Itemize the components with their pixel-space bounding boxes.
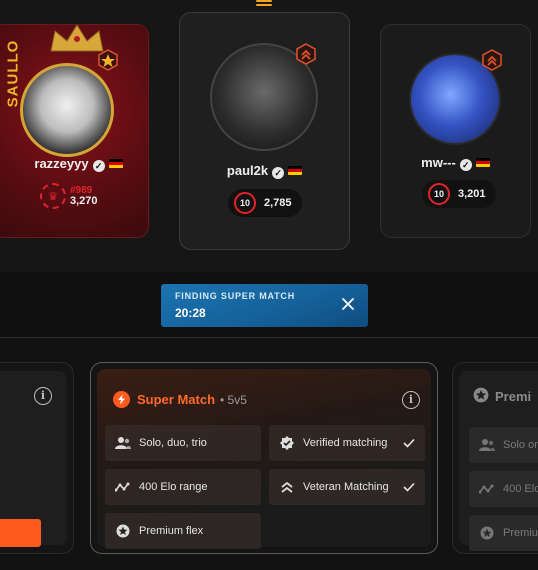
- elo-display: ♛ #989 3,270: [34, 182, 108, 210]
- finding-match-banner: FINDING SUPER MATCH 20:28: [161, 284, 368, 327]
- mode-name: Super Match: [137, 392, 216, 407]
- check-icon: [403, 482, 415, 492]
- veteran-badge-icon: [296, 43, 316, 65]
- player-card[interactable]: paul2k ✓ 10 2,785: [179, 12, 350, 250]
- player-name: paul2k: [226, 163, 269, 178]
- check-icon: [403, 438, 415, 448]
- feature-verified-matching: Verified matching: [269, 425, 425, 461]
- cancel-search-close-icon[interactable]: [340, 296, 356, 312]
- feature-label: Solo or: [503, 439, 538, 451]
- mode-format: • 5v5: [220, 392, 247, 407]
- mode-panel-left[interactable]: i er: [0, 362, 74, 554]
- elo-value: 3,201: [458, 188, 486, 200]
- player-card[interactable]: SAULLO razzeyyy ✓ ♛ #989 3,270: [0, 24, 149, 238]
- player-name-row: paul2k ✓: [180, 163, 349, 179]
- mode-title: Premi: [473, 387, 531, 406]
- verified-check-icon: ✓: [459, 159, 472, 171]
- elo-value: 3,270: [70, 195, 98, 207]
- elo-value: 2,785: [264, 197, 292, 209]
- elo-graph-icon: [479, 481, 495, 497]
- star-badge-icon: [479, 525, 495, 541]
- verified-check-icon: ✓: [272, 167, 285, 179]
- users-icon: [479, 437, 495, 453]
- star-badge-icon: [473, 387, 489, 406]
- feature-elo-range: 400 Elo range: [105, 469, 261, 505]
- feature-premium: Premium: [469, 515, 538, 551]
- search-timer: 20:28: [175, 306, 206, 320]
- feature-label: Premium: [503, 527, 538, 539]
- feature-label: Premium flex: [139, 525, 204, 537]
- challenger-level-icon: ♛: [40, 183, 66, 209]
- elo-display: 10 3,201: [422, 180, 496, 208]
- skill-level-icon: 10: [234, 192, 256, 214]
- feature-label: Verified matching: [303, 437, 388, 449]
- skill-level-icon: 10: [428, 183, 450, 205]
- player-banner: SAULLO: [1, 25, 22, 135]
- premium-mode-panel[interactable]: Premi Solo or 400 Elo Premium: [452, 362, 538, 554]
- germany-flag-icon: [108, 159, 123, 168]
- finding-match-label: FINDING SUPER MATCH: [175, 291, 296, 301]
- mode-title: Super Match • 5v5: [113, 391, 247, 408]
- feature-label: 400 Elo: [503, 483, 538, 495]
- feature-label: Solo, duo, trio: [139, 437, 207, 449]
- mode-name: Premi: [495, 389, 532, 404]
- player-avatar: [20, 63, 114, 157]
- lightning-bolt-icon: [113, 391, 130, 408]
- feature-solo: Solo or: [469, 427, 538, 463]
- verified-check-icon: ✓: [92, 160, 105, 172]
- veteran-badge-icon: [482, 49, 502, 71]
- info-icon[interactable]: i: [34, 387, 52, 405]
- super-match-panel[interactable]: Super Match • 5v5 i Solo, duo, trio Veri…: [90, 362, 438, 554]
- player-card[interactable]: mw--- ✓ 10 3,201: [380, 24, 531, 238]
- feature-premium-flex: Premium flex: [105, 513, 261, 549]
- info-icon[interactable]: i: [402, 391, 420, 409]
- player-name: razzeyyy: [34, 156, 89, 171]
- feature-solo-duo-trio: Solo, duo, trio: [105, 425, 261, 461]
- player-name-row: mw--- ✓: [381, 155, 530, 171]
- star-badge-icon: [115, 523, 131, 539]
- chevrons-up-icon: [279, 479, 295, 495]
- feature-label: Veteran Matching: [303, 481, 389, 493]
- feature-elo: 400 Elo: [469, 471, 538, 507]
- elo-display: 10 2,785: [228, 189, 302, 217]
- germany-flag-icon: [288, 166, 303, 175]
- menu-handle-icon[interactable]: [256, 0, 272, 8]
- rank-badge-icon: [98, 49, 118, 71]
- banner-text: SAULLO: [4, 39, 22, 108]
- users-icon: [115, 435, 131, 451]
- queue-button[interactable]: [0, 519, 41, 547]
- elo-graph-icon: [115, 479, 131, 495]
- verified-shield-icon: [279, 435, 295, 451]
- feature-label: 400 Elo range: [139, 481, 208, 493]
- player-name: mw---: [421, 155, 456, 170]
- germany-flag-icon: [475, 158, 490, 167]
- feature-veteran-matching: Veteran Matching: [269, 469, 425, 505]
- player-name-row: razzeyyy ✓: [1, 156, 148, 172]
